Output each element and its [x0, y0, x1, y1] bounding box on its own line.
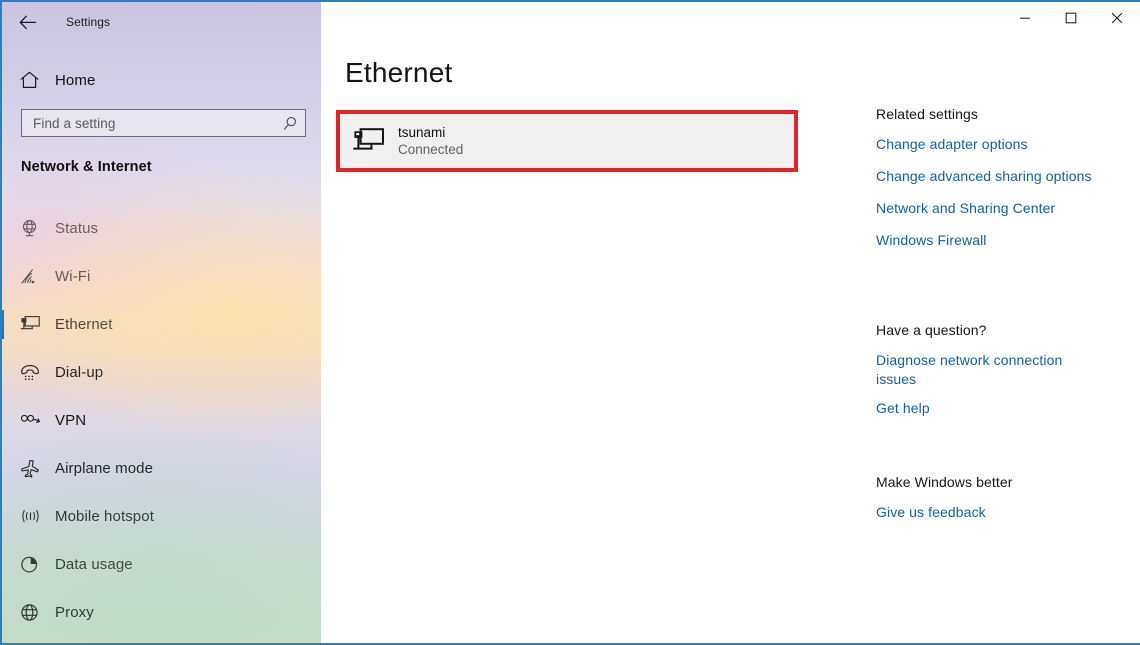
- sidebar-item-label: Mobile hotspot: [55, 507, 154, 525]
- minimize-icon: [1020, 17, 1030, 19]
- sidebar-item-label: Wi-Fi: [55, 267, 91, 285]
- search-icon: [283, 116, 298, 131]
- ethernet-icon: [20, 315, 46, 333]
- link-diagnose-network-connection-issues[interactable]: Diagnose network connection issues: [876, 351, 1091, 389]
- search-input[interactable]: Find a setting: [21, 109, 306, 137]
- sidebar-item-label: Dial-up: [55, 363, 104, 381]
- make-windows-better-heading: Make Windows better: [876, 474, 1013, 490]
- sidebar-item-label: Proxy: [55, 603, 94, 621]
- wifi-icon: [20, 268, 46, 285]
- link-network-and-sharing-center[interactable]: Network and Sharing Center: [876, 199, 1126, 218]
- sidebar-item-wifi[interactable]: Wi-Fi: [2, 256, 321, 296]
- sidebar-item-label: Airplane mode: [55, 459, 154, 477]
- sidebar: Settings Home Find a setting Network & I…: [2, 2, 321, 643]
- sidebar-item-vpn[interactable]: VPN: [2, 400, 321, 440]
- home-icon: [20, 71, 46, 89]
- search-placeholder: Find a setting: [33, 115, 116, 131]
- settings-window: Settings Home Find a setting Network & I…: [0, 0, 1140, 645]
- globe-icon: [20, 603, 46, 622]
- link-change-advanced-sharing-options[interactable]: Change advanced sharing options: [876, 167, 1126, 186]
- pie-chart-icon: [20, 555, 46, 574]
- sidebar-item-mobile-hotspot[interactable]: Mobile hotspot: [2, 496, 321, 536]
- adapter-text: tsunami Connected: [398, 125, 463, 157]
- ethernet-connection-icon: [352, 127, 385, 155]
- sidebar-item-label: Data usage: [55, 555, 133, 573]
- link-windows-firewall[interactable]: Windows Firewall: [876, 231, 1126, 250]
- close-button[interactable]: [1094, 2, 1140, 34]
- hotspot-icon: [20, 508, 46, 525]
- back-button[interactable]: [4, 6, 50, 38]
- main-content: Ethernet tsunami Connected Related setti…: [321, 2, 1140, 643]
- minimize-button[interactable]: [1002, 2, 1048, 34]
- have-a-question-heading: Have a question?: [876, 322, 987, 338]
- vpn-icon: [20, 413, 46, 428]
- sidebar-section-title: Network & Internet: [21, 159, 152, 175]
- sidebar-item-proxy[interactable]: Proxy: [2, 592, 321, 632]
- sidebar-item-data-usage[interactable]: Data usage: [2, 544, 321, 584]
- sidebar-item-ethernet[interactable]: Ethernet: [2, 304, 321, 344]
- related-settings-heading: Related settings: [876, 106, 978, 122]
- maximize-button[interactable]: [1048, 2, 1094, 34]
- sidebar-item-status[interactable]: Status: [2, 208, 321, 248]
- sidebar-item-airplane-mode[interactable]: Airplane mode: [2, 448, 321, 488]
- have-a-question-group: Have a question? Diagnose network connec…: [876, 322, 1091, 418]
- make-windows-better-group: Make Windows better Give us feedback: [876, 474, 1106, 522]
- sidebar-item-label: Home: [55, 71, 96, 89]
- adapter-status: Connected: [398, 142, 464, 157]
- related-settings-group: Related settings Change adapter options …: [876, 106, 1126, 250]
- search-container: Find a setting: [21, 109, 306, 137]
- dialup-phone-icon: [20, 364, 46, 381]
- adapter-name: tsunami: [398, 125, 446, 140]
- window-controls: [1002, 2, 1140, 34]
- app-title: Settings: [66, 15, 111, 29]
- sidebar-item-label: Ethernet: [55, 315, 113, 333]
- sidebar-item-home[interactable]: Home: [2, 60, 95, 100]
- sidebar-item-dialup[interactable]: Dial-up: [2, 352, 321, 392]
- close-icon: [1111, 12, 1123, 24]
- link-change-adapter-options[interactable]: Change adapter options: [876, 135, 1126, 154]
- airplane-icon: [20, 459, 46, 478]
- back-arrow-icon: [19, 15, 36, 29]
- link-get-help[interactable]: Get help: [876, 399, 1091, 418]
- globe-monitor-icon: [20, 219, 46, 238]
- sidebar-nav-list: Status Wi-Fi Ethernet Dial-up VPN Airpla…: [2, 208, 321, 640]
- ethernet-adapter-card[interactable]: tsunami Connected: [340, 114, 794, 168]
- link-give-us-feedback[interactable]: Give us feedback: [876, 503, 1106, 522]
- maximize-icon: [1065, 12, 1077, 24]
- ethernet-adapter-highlight: tsunami Connected: [336, 110, 798, 172]
- window-titlebar: Settings: [2, 2, 321, 42]
- sidebar-item-label: VPN: [55, 411, 87, 429]
- sidebar-item-label: Status: [55, 219, 99, 237]
- page-title: Ethernet: [345, 57, 453, 88]
